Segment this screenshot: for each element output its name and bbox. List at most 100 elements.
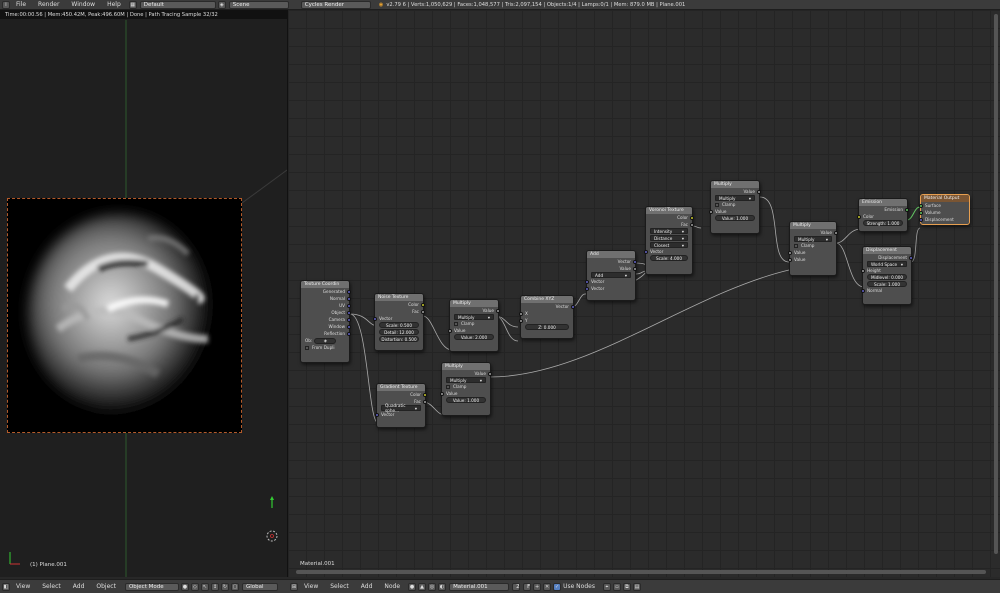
midlevel-field[interactable]: Midlevel: 0.000 bbox=[867, 274, 907, 280]
socket[interactable] bbox=[496, 308, 500, 313]
socket[interactable] bbox=[788, 257, 792, 262]
socket[interactable] bbox=[585, 279, 589, 284]
shader-type-icon[interactable]: ● bbox=[408, 582, 417, 591]
snap-mode-icon[interactable]: ▫ bbox=[612, 582, 621, 591]
socket[interactable] bbox=[757, 189, 761, 194]
socket[interactable] bbox=[440, 391, 444, 396]
socket[interactable] bbox=[861, 268, 865, 273]
menu-add[interactable]: Add bbox=[355, 583, 379, 590]
socket[interactable] bbox=[788, 250, 792, 255]
menu-window[interactable]: Window bbox=[65, 1, 101, 8]
distortion-field[interactable]: Distortion: 0.500 bbox=[379, 336, 419, 342]
node-math-multiply-1[interactable]: Multiply Value Multiply ▾ Clamp Value Val… bbox=[448, 299, 500, 352]
menu-node[interactable]: Node bbox=[378, 583, 406, 590]
socket[interactable] bbox=[373, 316, 377, 321]
add-material-icon[interactable]: + bbox=[533, 582, 542, 591]
editor-type-icon[interactable]: ◧ bbox=[2, 582, 10, 591]
socket[interactable] bbox=[633, 266, 637, 271]
socket[interactable] bbox=[571, 304, 575, 309]
socket[interactable] bbox=[423, 392, 427, 397]
material-users-field[interactable]: 2 bbox=[512, 582, 521, 591]
scene-icon[interactable]: ◈ bbox=[217, 0, 226, 9]
translate-icon[interactable]: ↕ bbox=[210, 582, 219, 591]
node-math-multiply-2[interactable]: Multiply Value Multiply ▾ Clamp Value Val… bbox=[709, 180, 761, 234]
socket[interactable] bbox=[585, 286, 589, 291]
menu-help[interactable]: Help bbox=[101, 1, 127, 8]
material-browse-icon[interactable]: ◐ bbox=[438, 582, 447, 591]
pivot-icon[interactable]: ◇ bbox=[190, 582, 199, 591]
socket[interactable] bbox=[709, 209, 713, 214]
node-material-output[interactable]: Material Output Surface Volume Displacem… bbox=[919, 194, 970, 225]
node-voronoi-texture[interactable]: Voronoi Texture Color Fac Intensity ▾ Dis… bbox=[644, 206, 694, 275]
copy-icon[interactable]: ⧉ bbox=[622, 582, 631, 591]
render-engine-select[interactable]: Cycles Render bbox=[300, 0, 371, 9]
node-emission[interactable]: Emission Emission Color Strength: 1.000 bbox=[857, 198, 909, 232]
socket[interactable] bbox=[347, 303, 351, 308]
use-nodes-checkbox[interactable]: ✓ bbox=[553, 582, 562, 591]
material-field[interactable]: Material.001 bbox=[449, 582, 510, 591]
object-shader-icon[interactable]: ▲ bbox=[418, 582, 427, 591]
node-math-multiply-3[interactable]: Multiply Value Multiply ▾ Clamp Value Val… bbox=[788, 221, 838, 276]
unlink-material-icon[interactable]: ✕ bbox=[543, 582, 552, 591]
socket[interactable] bbox=[347, 289, 351, 294]
object-field[interactable]: ◈ bbox=[314, 337, 337, 344]
socket[interactable] bbox=[347, 310, 351, 315]
socket[interactable] bbox=[347, 317, 351, 322]
fake-user-button[interactable]: F bbox=[523, 582, 532, 591]
menu-view[interactable]: View bbox=[10, 583, 36, 590]
vertical-scrollbar[interactable] bbox=[994, 14, 998, 554]
node-math-multiply-4[interactable]: Multiply Value Multiply ▾ Clamp Value Val… bbox=[440, 362, 492, 416]
menu-select[interactable]: Select bbox=[324, 583, 355, 590]
value-field[interactable]: Value: 1.000 bbox=[446, 397, 486, 403]
snap-icon[interactable]: ⌖ bbox=[602, 582, 611, 591]
socket[interactable] bbox=[375, 412, 379, 417]
node-vector-add[interactable]: Add Vector Value Add ▾ Vector Vector bbox=[585, 250, 637, 301]
socket[interactable] bbox=[519, 318, 523, 323]
3d-viewport[interactable]: Time:00:00.56 | Mem:450.42M, Peak:496.60… bbox=[0, 10, 287, 577]
from-dupli-checkbox[interactable]: From Dupli bbox=[301, 344, 349, 351]
socket[interactable] bbox=[421, 302, 425, 307]
menu-file[interactable]: File bbox=[10, 1, 32, 8]
shading-icon[interactable]: ● bbox=[180, 582, 189, 591]
mode-select[interactable]: Object Mode bbox=[124, 582, 179, 591]
scale-field[interactable]: Scale: 4.000 bbox=[650, 255, 688, 261]
socket[interactable] bbox=[919, 210, 923, 215]
node-noise-texture[interactable]: Noise Texture Color Fac Vector Scale: 0.… bbox=[373, 293, 425, 351]
manipulator-icon[interactable]: ↖ bbox=[200, 582, 209, 591]
socket[interactable] bbox=[834, 230, 838, 235]
menu-view[interactable]: View bbox=[298, 583, 324, 590]
node-editor[interactable]: Texture Coordin Generated Normal UV Obje… bbox=[288, 10, 1000, 577]
socket[interactable] bbox=[448, 328, 452, 333]
socket[interactable] bbox=[519, 311, 523, 316]
clamp-checkbox[interactable]: Clamp bbox=[450, 320, 498, 327]
scale-field[interactable]: Scale: 0.500 bbox=[379, 322, 419, 328]
horizontal-scrollbar[interactable] bbox=[296, 570, 986, 574]
socket[interactable] bbox=[488, 371, 492, 376]
socket[interactable] bbox=[919, 203, 923, 208]
editor-type-icon[interactable]: ⊞ bbox=[290, 582, 298, 591]
socket[interactable] bbox=[905, 207, 909, 212]
object-picker[interactable]: Ob: ◈ bbox=[301, 337, 349, 344]
value-field[interactable]: Value: 2.000 bbox=[454, 334, 494, 340]
socket[interactable] bbox=[690, 215, 694, 220]
paste-icon[interactable]: ▤ bbox=[632, 582, 641, 591]
socket[interactable] bbox=[690, 222, 694, 227]
node-gradient-texture[interactable]: Gradient Texture Color Fac Quadratic sph… bbox=[375, 383, 427, 428]
socket[interactable] bbox=[347, 296, 351, 301]
clamp-checkbox[interactable]: Clamp bbox=[442, 383, 490, 390]
menu-render[interactable]: Render bbox=[32, 1, 65, 8]
orientation-select[interactable]: Global bbox=[241, 582, 278, 591]
scene-field[interactable]: Scene bbox=[228, 0, 289, 9]
screen-layout-field[interactable]: Default bbox=[139, 0, 216, 9]
socket[interactable] bbox=[423, 399, 427, 404]
coloring-select[interactable]: Intensity ▾ bbox=[650, 228, 688, 234]
socket[interactable] bbox=[421, 309, 425, 314]
screen-layout-icon[interactable]: ▦ bbox=[128, 0, 137, 9]
socket[interactable] bbox=[347, 324, 351, 329]
socket[interactable] bbox=[633, 259, 637, 264]
socket[interactable] bbox=[909, 255, 913, 260]
strength-field[interactable]: Strength: 1.000 bbox=[863, 220, 903, 226]
socket[interactable] bbox=[644, 249, 648, 254]
z-field[interactable]: Z: 0.000 bbox=[525, 324, 569, 330]
editor-type-icon[interactable]: i bbox=[2, 0, 10, 9]
